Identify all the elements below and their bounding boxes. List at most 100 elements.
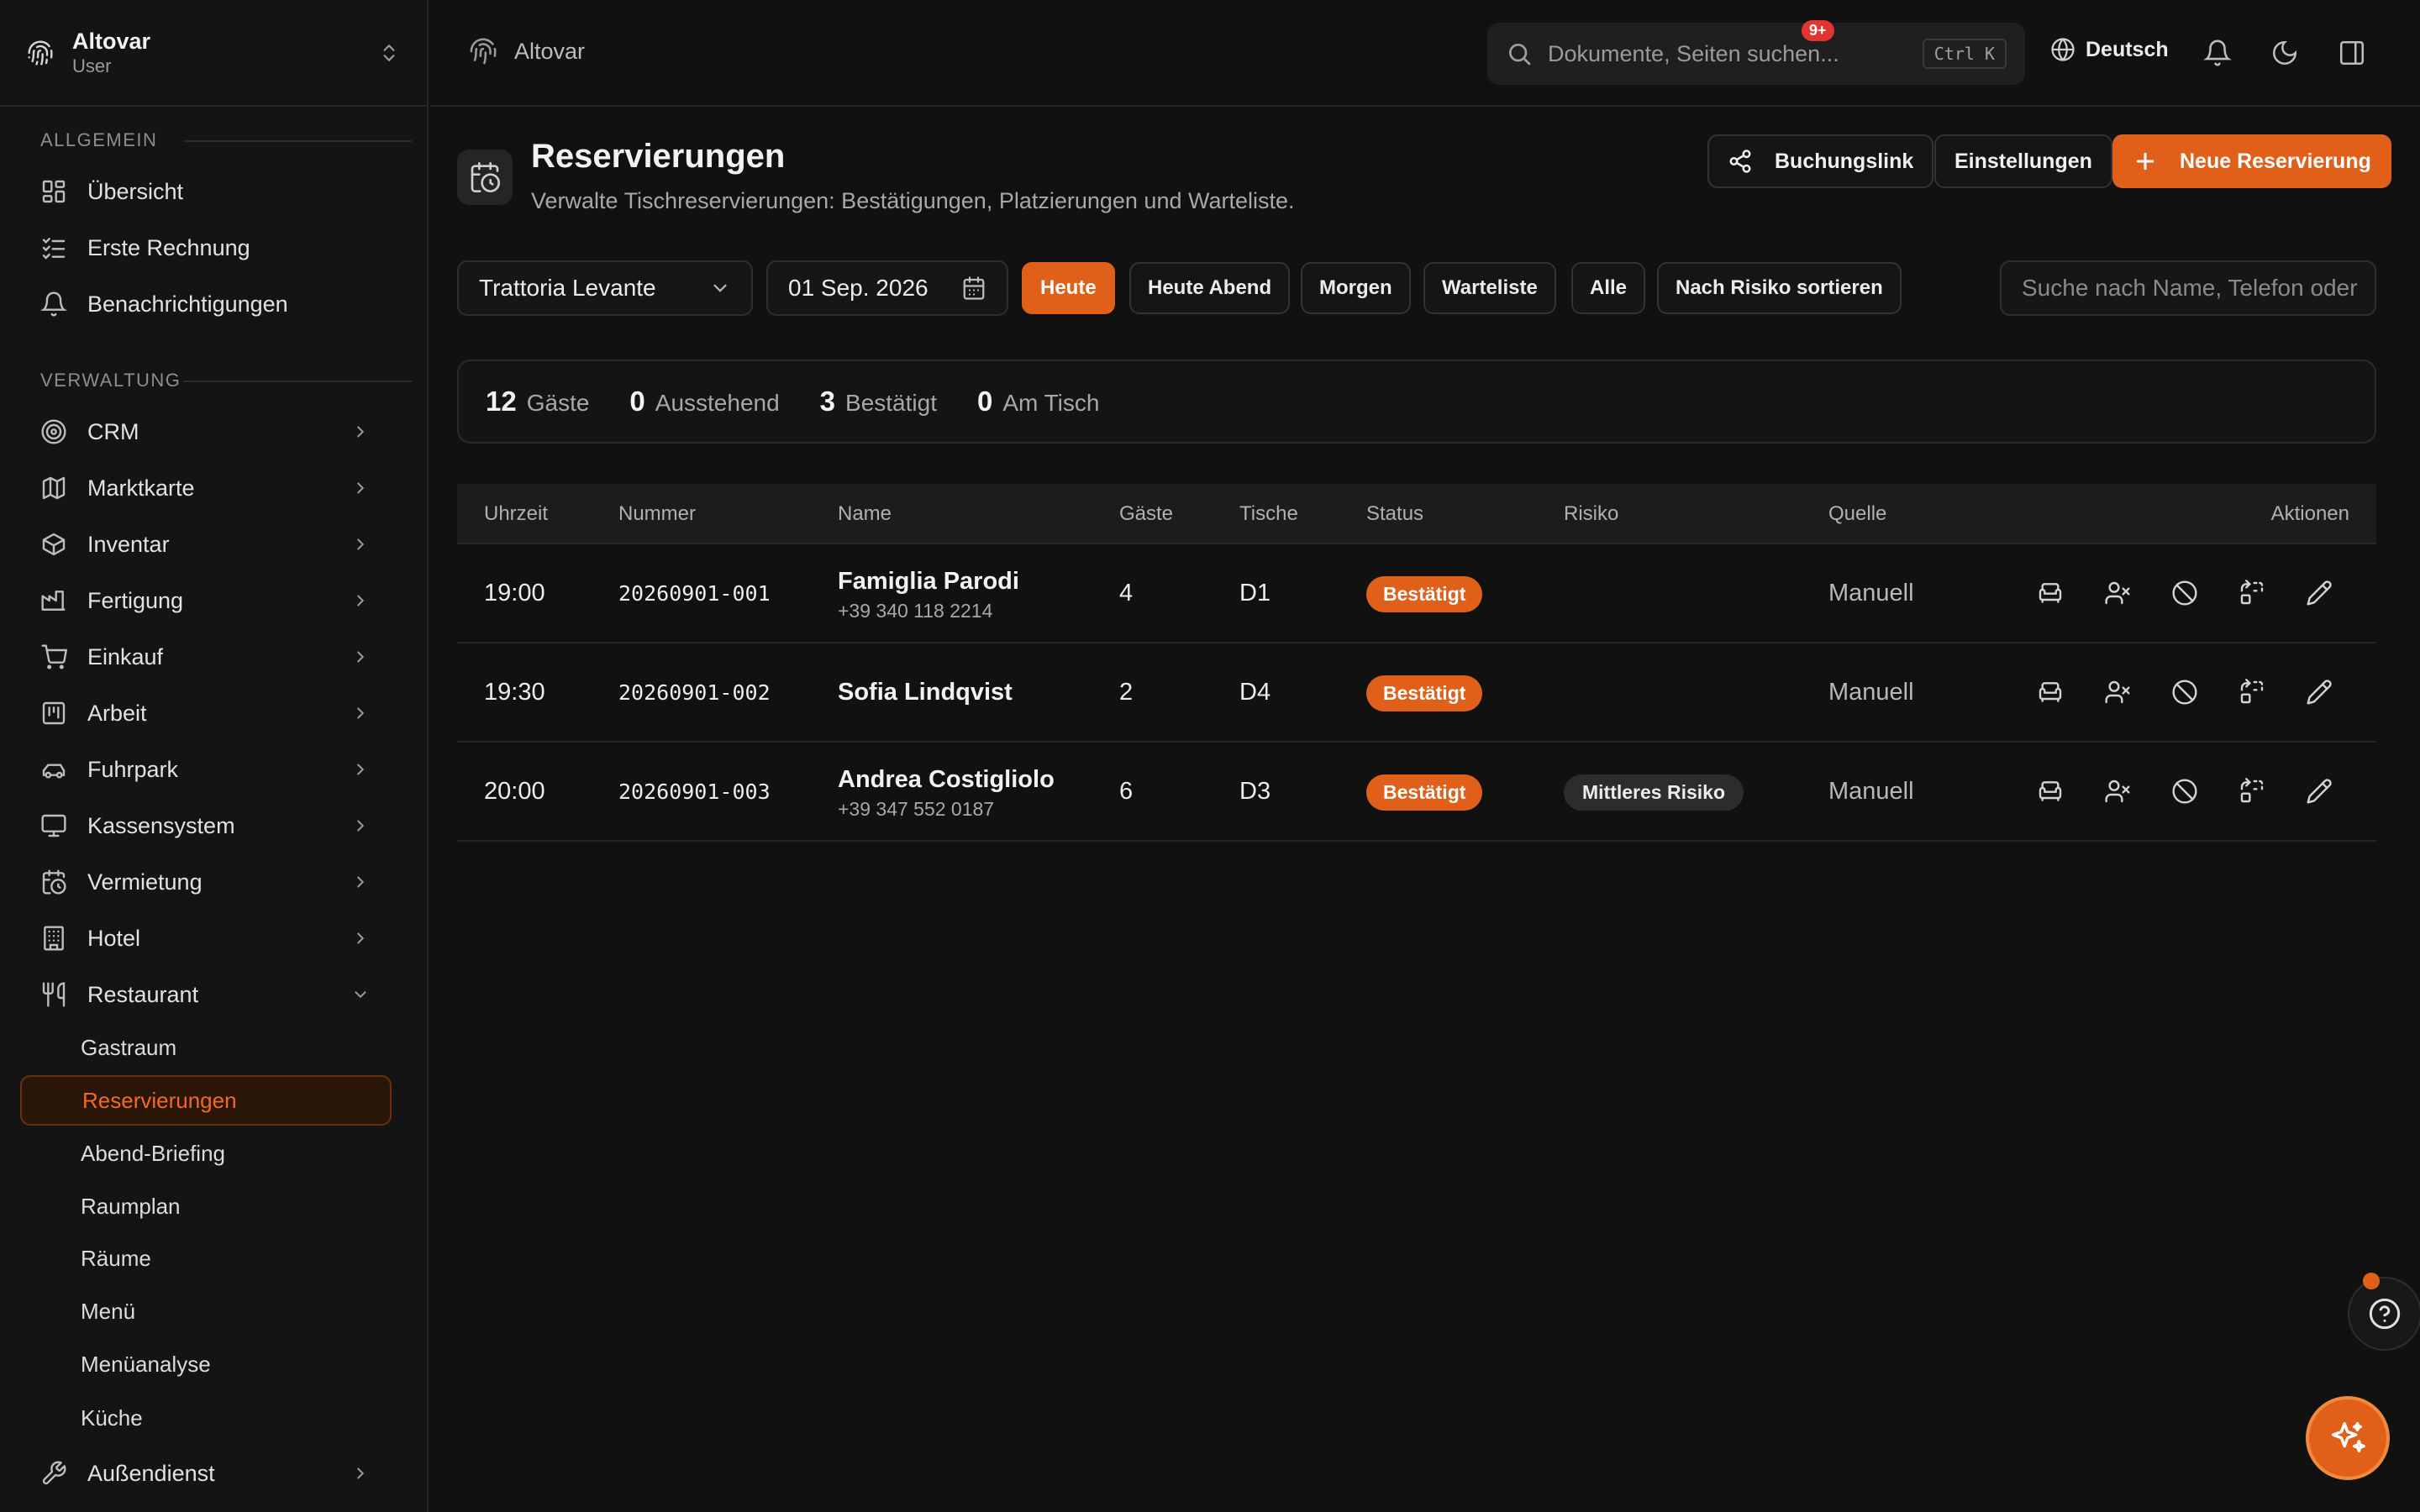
sidebar-item-label: Übersicht xyxy=(87,178,184,204)
no-show-icon[interactable] xyxy=(2104,679,2131,706)
new-reservation-button[interactable]: Neue Reservierung xyxy=(2112,134,2391,188)
stat-value: 3 xyxy=(819,386,836,417)
restaurant-select[interactable]: Trattoria Levante xyxy=(457,260,753,316)
col-risk[interactable]: Risiko xyxy=(1564,502,1618,526)
chevron-right-icon xyxy=(357,482,365,494)
stat-pending: 0 Ausstehend xyxy=(629,386,779,417)
cell-source: Manuell xyxy=(1828,778,1914,805)
cancel-icon[interactable] xyxy=(2171,679,2198,706)
status-badge: Bestätigt xyxy=(1366,774,1483,811)
sidebar-item-inventory[interactable]: Inventar xyxy=(20,520,390,569)
moon-icon[interactable] xyxy=(2270,39,2299,67)
move-table-icon[interactable] xyxy=(2238,778,2265,805)
cell-time: 20:00 xyxy=(484,778,545,805)
edit-icon[interactable] xyxy=(2306,778,2333,805)
ai-assistant-button[interactable] xyxy=(2306,1396,2390,1480)
seat-icon[interactable] xyxy=(2037,679,2064,706)
seat-icon[interactable] xyxy=(2037,580,2064,606)
stat-value: 12 xyxy=(486,386,517,417)
stat-guests: 12 Gäste xyxy=(486,386,589,417)
seat-icon[interactable] xyxy=(2037,778,2064,805)
sidebar-item-overview[interactable]: Übersicht xyxy=(20,167,390,216)
sidebar-item-rental[interactable]: Vermietung xyxy=(20,858,390,906)
sidebar-subitem-evening-briefing[interactable]: Abend-Briefing xyxy=(20,1128,392,1179)
sidebar-item-restaurant[interactable]: Restaurant xyxy=(20,970,390,1019)
cancel-icon[interactable] xyxy=(2171,580,2198,606)
sidebar-subitem-kitchen[interactable]: Küche xyxy=(20,1393,392,1443)
booking-link-button[interactable]: Buchungslink xyxy=(1707,134,1934,188)
col-number[interactable]: Nummer xyxy=(618,502,696,526)
cell-source: Manuell xyxy=(1828,679,1914,706)
sidebar-item-label: Vermietung xyxy=(87,869,203,895)
sidebar-subitem-reservations[interactable]: Reservierungen xyxy=(20,1075,392,1126)
sidebar-subitem-dining-room[interactable]: Gastraum xyxy=(20,1022,392,1073)
help-button[interactable] xyxy=(2348,1277,2420,1351)
cell-guests: 4 xyxy=(1119,580,1134,606)
workspace-switcher[interactable]: Altovar User xyxy=(0,0,427,107)
sidebar-item-pos[interactable]: Kassensystem xyxy=(20,801,390,850)
monitor-icon xyxy=(41,814,66,837)
sidebar-subitem-rooms[interactable]: Räume xyxy=(20,1233,392,1284)
map-icon xyxy=(42,476,66,500)
breadcrumb[interactable]: Altovar xyxy=(469,37,585,66)
chip-waitlist[interactable]: Warteliste xyxy=(1423,262,1556,314)
table-row[interactable]: 19:00 20260901-001 Famiglia Parodi +39 3… xyxy=(457,544,2376,643)
sidebar-item-market-map[interactable]: Marktkarte xyxy=(20,464,390,512)
chip-sort-by-risk[interactable]: Nach Risiko sortieren xyxy=(1657,262,1902,314)
sidebar-subitem-menu[interactable]: Menü xyxy=(20,1286,392,1336)
chip-today[interactable]: Heute xyxy=(1022,262,1115,314)
settings-button[interactable]: Einstellungen xyxy=(1934,134,2112,188)
edit-icon[interactable] xyxy=(2306,580,2333,606)
sidebar-subitem-menu-analysis[interactable]: Menüanalyse xyxy=(20,1339,392,1389)
global-search[interactable]: Dokumente, Seiten suchen... Ctrl K xyxy=(1487,23,2025,85)
chip-tonight[interactable]: Heute Abend xyxy=(1129,262,1291,314)
panel-toggle-icon[interactable] xyxy=(2338,39,2366,67)
sidebar-item-notifications[interactable]: Benachrichtigungen xyxy=(20,280,390,328)
table-row[interactable]: 19:30 20260901-002 Sofia Lindqvist 2 D4 … xyxy=(457,643,2376,743)
sidebar-item-label: Hotel xyxy=(87,925,141,951)
sidebar-item-manufacturing[interactable]: Fertigung xyxy=(20,576,390,625)
sidebar-item-crm[interactable]: CRM xyxy=(20,407,390,456)
sidebar-item-field-service[interactable]: Außendienst xyxy=(20,1449,390,1498)
no-show-icon[interactable] xyxy=(2104,580,2131,606)
table-row[interactable]: 20:00 20260901-003 Andrea Costigliolo +3… xyxy=(457,743,2376,842)
col-time[interactable]: Uhrzeit xyxy=(484,502,548,526)
stats-bar: 12 Gäste 0 Ausstehend 3 Bestätigt 0 Am Tisch xyxy=(457,360,2376,444)
reservation-search-input[interactable]: Suche nach Name, Telefon oder xyxy=(2000,260,2376,316)
date-picker[interactable]: 01 Sep. 2026 xyxy=(766,260,1008,316)
chip-all[interactable]: Alle xyxy=(1571,262,1646,314)
fingerprint-icon xyxy=(470,38,497,65)
reservation-search-placeholder: Suche nach Name, Telefon oder xyxy=(2022,275,2358,301)
cell-time: 19:00 xyxy=(484,580,545,606)
cancel-icon[interactable] xyxy=(2171,778,2198,805)
sidebar-item-work[interactable]: Arbeit xyxy=(20,689,390,738)
sidebar-item-fleet[interactable]: Fuhrpark xyxy=(20,745,390,794)
sidebar-item-label: Fertigung xyxy=(87,587,184,613)
cell-guests: 2 xyxy=(1119,679,1134,706)
sidebar-item-label: Erste Rechnung xyxy=(87,234,250,260)
cell-number: 20260901-002 xyxy=(618,680,771,705)
edit-icon[interactable] xyxy=(2306,679,2333,706)
col-source[interactable]: Quelle xyxy=(1828,502,1886,526)
sidebar-item-label: Außendienst xyxy=(87,1460,215,1486)
search-icon xyxy=(1509,44,1531,66)
cell-number: 20260901-003 xyxy=(618,780,771,804)
bell-icon[interactable] xyxy=(2203,39,2232,67)
chip-tomorrow[interactable]: Morgen xyxy=(1301,262,1411,314)
move-table-icon[interactable] xyxy=(2238,580,2265,606)
chevron-right-icon xyxy=(357,820,365,832)
col-status[interactable]: Status xyxy=(1366,502,1423,526)
no-show-icon[interactable] xyxy=(2104,778,2131,805)
col-name[interactable]: Name xyxy=(838,502,892,526)
col-tables[interactable]: Tische xyxy=(1239,502,1298,526)
sidebar-item-hotel[interactable]: Hotel xyxy=(20,914,390,963)
date-picker-value: 01 Sep. 2026 xyxy=(788,275,929,301)
sidebar-subitem-floor-plan[interactable]: Raumplan xyxy=(20,1181,392,1231)
factory-icon xyxy=(41,591,66,611)
sidebar-item-first-invoice[interactable]: Erste Rechnung xyxy=(20,223,390,272)
sidebar-item-label: Einkauf xyxy=(87,643,164,669)
move-table-icon[interactable] xyxy=(2238,679,2265,706)
language-switcher[interactable]: Deutsch xyxy=(2050,37,2169,62)
col-guests[interactable]: Gäste xyxy=(1119,502,1173,526)
sidebar-item-purchasing[interactable]: Einkauf xyxy=(20,633,390,681)
